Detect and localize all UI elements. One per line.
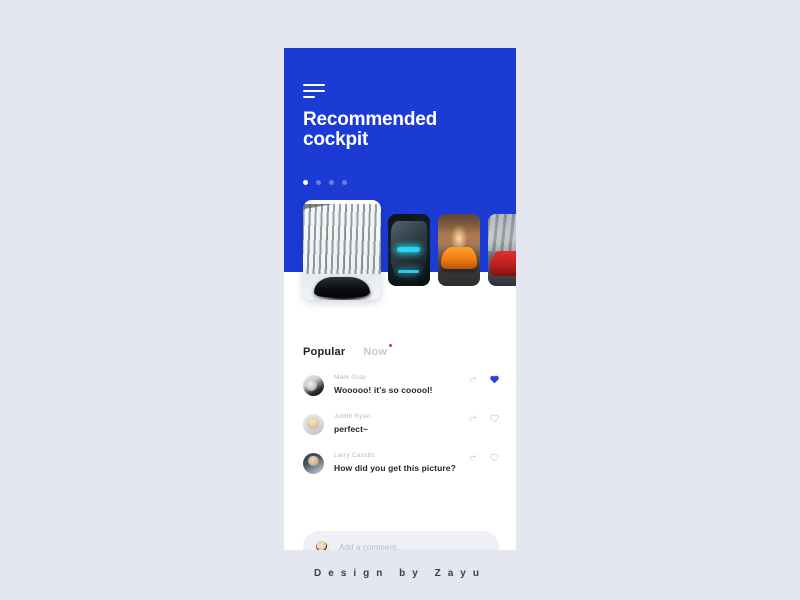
hamburger-menu-icon[interactable] (303, 84, 325, 100)
footer-credit: Design by Zayu (314, 568, 486, 579)
orange-sports-car-image (438, 214, 480, 286)
comment-item: Mark Gray Wooooo! it's so cooool! (303, 374, 499, 396)
heart-icon[interactable] (490, 453, 499, 462)
comment-text: Wooooo! it's so cooool! (334, 385, 433, 395)
image-carousel (284, 200, 516, 310)
comment-text: How did you get this picture? (334, 463, 456, 473)
comment-list: Mark Gray Wooooo! it's so cooool! Judith… (303, 374, 499, 491)
carousel-thumbnail-1[interactable] (388, 214, 430, 286)
pagination-dot-4[interactable] (342, 180, 347, 185)
reply-icon[interactable] (469, 414, 478, 423)
tab-now-badge-dot (389, 344, 393, 347)
comment-author-name: Mark Gray (334, 374, 367, 381)
phone-mockup: Recommended cockpit Popular Now Mark Gra… (284, 48, 516, 550)
carousel-thumbnail-3[interactable] (488, 214, 516, 286)
tab-bar: Popular Now (303, 344, 393, 358)
menu-line-3 (303, 96, 315, 98)
comment-body: Mark Gray Wooooo! it's so cooool! (334, 374, 469, 395)
heart-icon[interactable] (490, 375, 499, 384)
snowy-forest-black-sports-car-image (303, 200, 381, 300)
dark-car-cyan-headlight-image (388, 214, 430, 286)
comment-author-name: Larry Castillo (334, 452, 375, 459)
tab-now[interactable]: Now (363, 344, 393, 358)
menu-line-2 (303, 90, 325, 92)
pagination-dot-1[interactable] (303, 180, 308, 185)
comment-item: Judith Ryan perfect~ (303, 413, 499, 435)
comment-body: Larry Castillo How did you get this pict… (334, 452, 469, 473)
comment-actions (469, 413, 499, 423)
comment-body: Judith Ryan perfect~ (334, 413, 469, 434)
carousel-main-card[interactable] (303, 200, 381, 300)
carousel-pagination (303, 180, 347, 185)
comment-actions (469, 452, 499, 462)
reply-icon[interactable] (469, 375, 478, 384)
tab-popular[interactable]: Popular (303, 346, 345, 358)
avatar-judith-ryan[interactable] (303, 414, 324, 435)
comment-author-name: Judith Ryan (334, 413, 371, 420)
comment-actions (469, 374, 499, 384)
avatar-larry-castillo[interactable] (303, 453, 324, 474)
heart-icon[interactable] (490, 414, 499, 423)
comment-text: perfect~ (334, 424, 369, 434)
menu-line-1 (303, 84, 325, 86)
tab-now-label: Now (363, 346, 388, 358)
tab-popular-label: Popular (303, 346, 346, 358)
comment-item: Larry Castillo How did you get this pict… (303, 452, 499, 474)
red-sports-car-image (488, 214, 516, 286)
avatar-mark-gray[interactable] (303, 375, 324, 396)
pagination-dot-3[interactable] (329, 180, 334, 185)
add-comment-placeholder: Add a comment... (339, 542, 404, 551)
avatar-current-user (313, 538, 330, 550)
page-title: Recommended cockpit (303, 109, 438, 150)
carousel-thumbnail-2[interactable] (438, 214, 480, 286)
pagination-dot-2[interactable] (316, 180, 321, 185)
add-comment-input[interactable]: Add a comment... (303, 531, 499, 550)
reply-icon[interactable] (469, 453, 478, 462)
